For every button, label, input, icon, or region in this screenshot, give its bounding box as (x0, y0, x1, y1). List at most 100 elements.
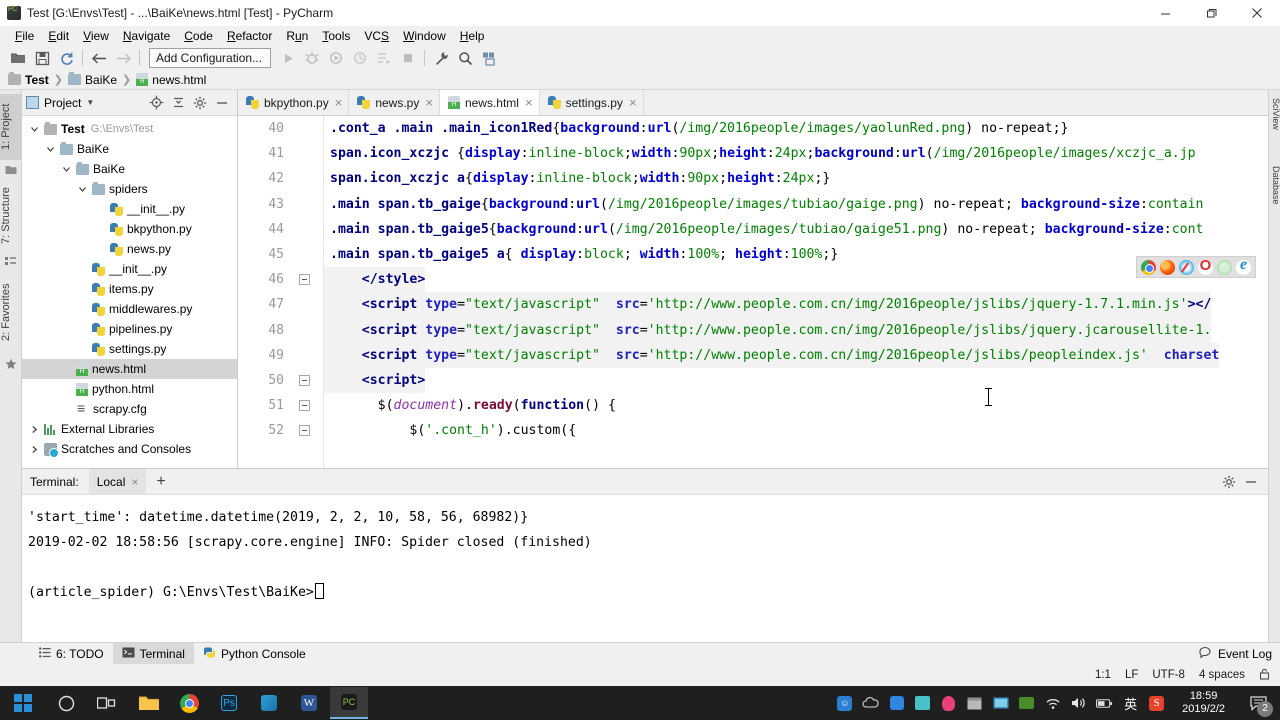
forward-arrow-icon[interactable] (111, 47, 135, 69)
menu-edit[interactable]: Edit (41, 27, 76, 45)
tab-news-py[interactable]: news.py × (349, 90, 440, 115)
taskbar-pycharm-icon[interactable]: PC (330, 687, 368, 719)
taskbar-clock[interactable]: 18:59 2019/2/2 (1174, 690, 1233, 716)
mail-icon[interactable] (914, 695, 931, 712)
tree-node-python-html[interactable]: python.html (22, 379, 237, 399)
sync-refresh-icon[interactable] (54, 47, 78, 69)
penguin-icon[interactable] (940, 695, 957, 712)
menu-file[interactable]: File (8, 27, 41, 45)
event-log-label[interactable]: Event Log (1218, 647, 1272, 661)
menu-code[interactable]: Code (177, 27, 220, 45)
tab-bkpython-py[interactable]: bkpython.py × (238, 90, 350, 115)
menu-tools[interactable]: Tools (315, 27, 357, 45)
nvidia-icon[interactable] (1018, 695, 1035, 712)
collapse-all-icon[interactable] (167, 92, 189, 114)
bottom-tab-python-console[interactable]: Python Console (194, 643, 315, 665)
action-center-icon[interactable]: 2 (1242, 686, 1276, 720)
window-icon[interactable] (966, 695, 983, 712)
tree-node-baike-inner[interactable]: BaiKe (22, 159, 237, 179)
tree-node-news-html[interactable]: news.html (22, 359, 237, 379)
chevron-right-icon[interactable] (28, 439, 40, 459)
breadcrumb-item-baike[interactable]: BaiKe (68, 72, 117, 87)
bottom-tab-todo[interactable]: 6: TODO (30, 643, 113, 665)
settings-gear-icon[interactable] (189, 92, 211, 114)
tree-node-test[interactable]: Test G:\Envs\Test (22, 119, 237, 139)
stripe-button-database[interactable]: Database (1269, 166, 1280, 205)
save-all-icon[interactable] (30, 47, 54, 69)
code-editor[interactable]: 40 .cont_a .main .main_icon1Red{backgrou… (238, 116, 1280, 467)
open-folder-icon[interactable] (6, 47, 30, 69)
tree-node-baike-outer[interactable]: BaiKe (22, 139, 237, 159)
opera-icon[interactable] (1198, 257, 1213, 275)
edge-legacy-icon[interactable] (1217, 259, 1232, 275)
sogou-icon[interactable]: S (1148, 695, 1165, 712)
tree-node-external-libraries[interactable]: External Libraries (22, 419, 237, 439)
chevron-right-icon[interactable] (28, 419, 40, 439)
terminal-output[interactable]: 'start_time': datetime.datetime(2019, 2,… (22, 495, 1268, 605)
unlocked-icon[interactable] (1259, 668, 1270, 683)
breadcrumb-item-test[interactable]: Test (8, 72, 49, 87)
project-tree[interactable]: Test G:\Envs\Test BaiKe BaiKe spiders __… (22, 116, 237, 467)
close-icon[interactable]: × (425, 96, 433, 109)
search-everywhere-icon[interactable] (453, 47, 477, 69)
tab-settings-py[interactable]: settings.py × (539, 90, 644, 115)
new-terminal-session-button[interactable]: + (156, 473, 165, 490)
locate-target-icon[interactable] (145, 92, 167, 114)
ime-chinese-icon[interactable]: 英 (1122, 695, 1139, 713)
menu-refactor[interactable]: Refactor (220, 27, 279, 45)
search-circle-icon[interactable] (46, 686, 86, 720)
update-project-icon[interactable] (477, 47, 501, 69)
fold-region[interactable] (284, 274, 324, 286)
minimize-icon[interactable] (1142, 0, 1188, 26)
menu-view[interactable]: View (76, 27, 116, 45)
close-icon[interactable]: × (629, 96, 637, 109)
blue-dot-icon[interactable] (888, 695, 905, 712)
chevron-down-icon[interactable] (60, 159, 72, 179)
indent-indicator[interactable]: 4 spaces (1199, 669, 1245, 681)
close-icon[interactable]: × (525, 96, 533, 109)
monitor-icon[interactable] (992, 695, 1009, 712)
menu-vcs[interactable]: VCS (357, 27, 396, 45)
safari-icon[interactable] (1179, 259, 1194, 275)
fold-collapse-icon[interactable] (298, 374, 310, 386)
run-configuration-selector[interactable]: Add Configuration... (149, 48, 271, 68)
close-icon[interactable]: × (335, 96, 343, 109)
tree-node-init-baike[interactable]: __init__.py (22, 259, 237, 279)
profile-icon[interactable] (348, 47, 372, 69)
qq-icon[interactable]: ☺ (836, 695, 853, 712)
stop-icon[interactable] (396, 47, 420, 69)
editor-marker-gutter[interactable] (1256, 116, 1268, 467)
battery-icon[interactable] (1096, 695, 1113, 712)
windows-start-icon[interactable] (0, 686, 46, 720)
taskbar-file-explorer-icon[interactable] (130, 687, 168, 719)
back-arrow-icon[interactable] (87, 47, 111, 69)
close-icon[interactable] (1234, 0, 1280, 26)
tree-node-scratches-and-consoles[interactable]: Scratches and Consoles (22, 439, 237, 459)
tree-node-scrapy-cfg[interactable]: scrapy.cfg (22, 399, 237, 419)
chrome-icon[interactable] (1141, 259, 1156, 275)
stripe-button-favorites[interactable]: 2: Favorites (0, 272, 22, 352)
fold-collapse-icon[interactable] (298, 400, 310, 412)
fold-region[interactable] (284, 400, 324, 412)
taskbar-store-icon[interactable] (250, 687, 288, 719)
restore-icon[interactable] (1188, 0, 1234, 26)
run-icon[interactable] (276, 47, 300, 69)
tree-node-items-py[interactable]: items.py (22, 279, 237, 299)
tree-node-settings-py[interactable]: settings.py (22, 339, 237, 359)
menu-run[interactable]: Run (279, 27, 315, 45)
wifi-icon[interactable] (1044, 695, 1061, 712)
fold-collapse-icon[interactable] (298, 425, 310, 437)
tab-news-html[interactable]: news.html × (439, 90, 540, 115)
line-separator-indicator[interactable]: LF (1125, 669, 1138, 681)
browser-preview-bar[interactable] (1136, 256, 1256, 278)
taskbar-photoshop-icon[interactable]: Ps (210, 687, 248, 719)
encoding-indicator[interactable]: UTF-8 (1152, 669, 1185, 681)
tree-node-bkpython-py[interactable]: bkpython.py (22, 219, 237, 239)
tree-node-news-py[interactable]: news.py (22, 239, 237, 259)
hide-panel-icon[interactable] (211, 92, 233, 114)
tree-node-init-spiders[interactable]: __init__.py (22, 199, 237, 219)
fold-region[interactable] (284, 374, 324, 386)
tree-node-spiders[interactable]: spiders (22, 179, 237, 199)
stripe-button-sciview[interactable]: SciView (1269, 98, 1280, 130)
chevron-down-icon[interactable] (76, 179, 88, 199)
